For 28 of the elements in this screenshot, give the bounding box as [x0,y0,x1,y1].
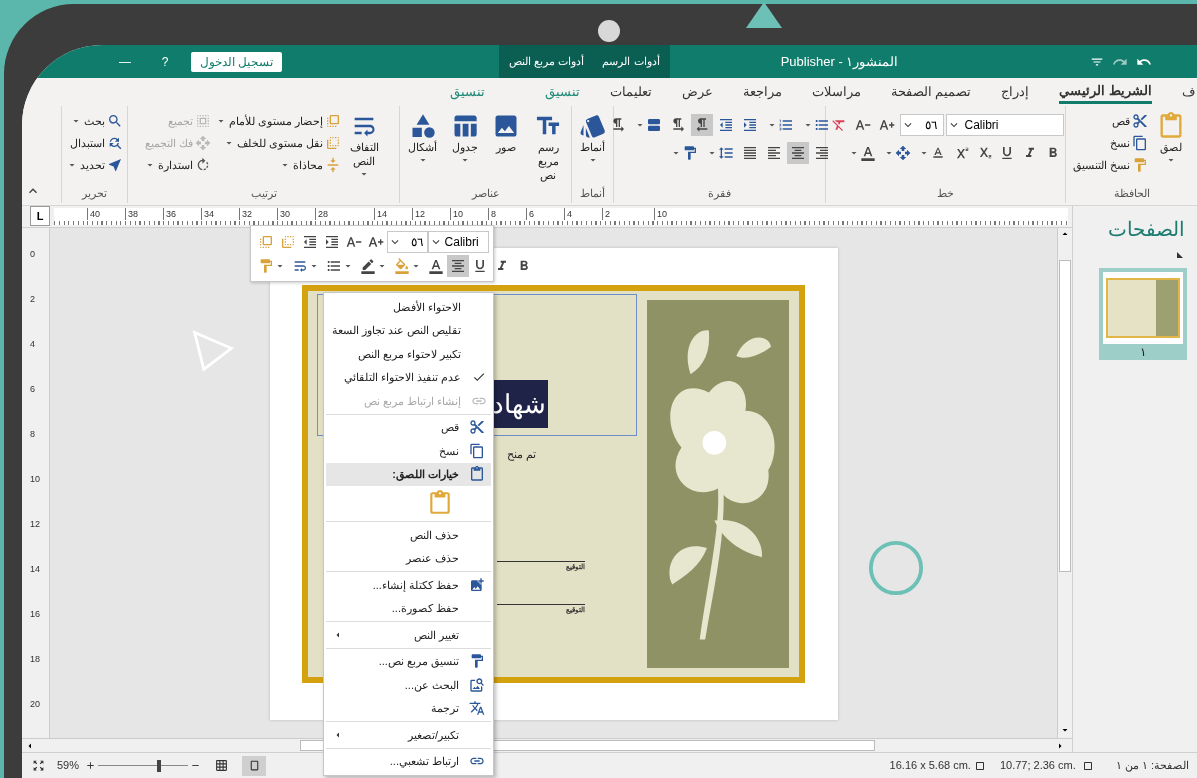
group-label: عناصر [471,185,500,202]
group-label: الحافظة [1113,185,1150,201]
contextual-tab-title: أدوات الرسم [602,53,660,70]
ruler-number: 20 [30,699,41,711]
object-size: 16.16 x 5.68 cm. [889,758,971,774]
ruler-number: 2 [30,294,36,306]
zoom-level: 59% [57,758,80,774]
object-position: 10.77; 2.36 cm. [999,758,1076,774]
certificate-heading: شهاد [493,380,548,428]
ruler-number: 0 [30,249,36,261]
window-title: Publisher - المنشور١ [779,52,900,72]
pages-panel-title: الصفحات [1108,217,1185,242]
page-count: الصفحة: ١ من ١ [1115,758,1189,774]
ruler-number: 16 [30,609,41,621]
group-label: أنماط [580,185,605,201]
ruler-number: 4 [30,339,36,351]
ruler-number: 12 [30,519,41,531]
ruler-number: 8 [30,429,36,441]
contextual-tab-title: أدوات مربع النص [509,53,585,70]
group-label: خط [937,185,954,201]
ruler-number: 18 [30,654,41,666]
group-label: ترتيب [250,185,277,202]
certificate-text: تم منح [507,447,537,463]
ruler-number: 14 [30,564,41,576]
ruler-number: 10 [30,474,41,486]
group-label: فقرة [708,185,731,202]
ruler-number: 6 [30,384,36,396]
group-label: تحرير [82,185,107,202]
